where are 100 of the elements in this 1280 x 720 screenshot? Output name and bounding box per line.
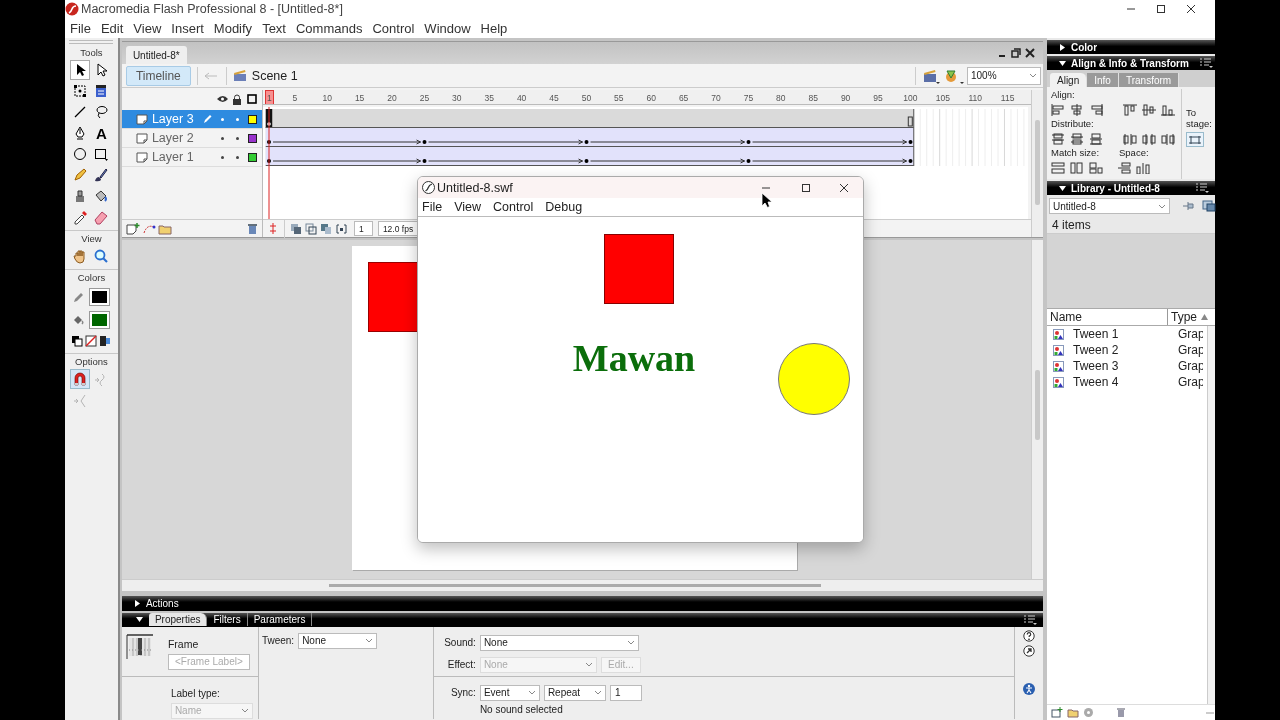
distribute-middle-icon[interactable] [1070,132,1084,145]
match-size-icon[interactable] [1089,161,1103,174]
menu-item[interactable]: Text [257,20,291,36]
close-icon[interactable] [838,181,850,194]
menu-item[interactable]: View [450,200,486,214]
scrollbar[interactable] [1207,326,1215,704]
panel-header[interactable]: Actions [121,595,1043,611]
disclosure-triangle-icon[interactable] [1059,184,1066,192]
snap-to-objects-button[interactable] [70,369,91,389]
layer-row[interactable]: Layer 2 [121,129,262,148]
dot-icon[interactable] [235,117,239,121]
swap-colors-icon[interactable] [99,335,112,347]
lock-icon[interactable] [232,93,243,105]
library-dropdown[interactable]: Untitled-8 [1049,198,1170,214]
new-symbol-icon[interactable] [1051,707,1063,718]
match-width-icon[interactable] [1051,161,1065,174]
sync-dropdown[interactable]: Event [479,684,540,701]
motion-tween[interactable] [265,146,915,167]
default-colors-icon[interactable] [71,335,84,347]
layer-row[interactable]: Layer 1 [121,148,262,167]
panel-tab[interactable]: Align [1050,73,1088,87]
frame-span[interactable] [265,108,915,129]
layer-color-swatch[interactable] [247,133,257,143]
distribute-left-icon[interactable] [1123,132,1137,145]
fill-color-swatch[interactable] [90,311,110,328]
panel-tab[interactable]: Parameters [247,613,313,627]
onion-outline-icon[interactable] [304,222,318,235]
space-horizontal-icon[interactable] [1136,161,1150,174]
match-height-icon[interactable] [1070,161,1084,174]
expand-icon[interactable] [1023,644,1035,657]
maximize-icon[interactable] [800,181,812,194]
layer-color-swatch[interactable] [247,152,257,162]
scrollbar[interactable] [121,578,1043,591]
menu-item[interactable]: View [128,20,167,36]
distribute-right-icon[interactable] [1161,132,1175,145]
options-menu-icon[interactable] [1195,182,1209,194]
trash-icon[interactable] [1116,707,1126,718]
distribute-top-icon[interactable] [1051,132,1065,145]
panel-header[interactable]: Color [1047,40,1215,54]
scene-label[interactable]: Scene 1 [251,68,298,83]
timeline-button[interactable]: Timeline [125,65,191,86]
no-color-icon[interactable] [85,335,98,347]
menu-item[interactable]: File [418,200,447,214]
to-stage-button[interactable] [1186,132,1204,147]
menu-item[interactable]: Modify [208,20,258,36]
menu-item[interactable]: Control [367,20,420,36]
restore-icon[interactable] [1011,48,1021,58]
options-menu-icon[interactable] [1023,613,1037,626]
panel-header[interactable]: Align & Info & Transform [1047,56,1215,70]
edit-symbol-icon[interactable] [944,67,964,84]
options-menu-icon[interactable] [1198,57,1213,69]
dot-icon[interactable] [235,155,239,159]
close-icon[interactable] [1185,3,1197,15]
edit-multiple-icon[interactable] [319,222,333,235]
repeat-dropdown[interactable]: Repeat [543,684,606,701]
document-tab[interactable]: Untitled-8* [125,46,187,64]
align-right-icon[interactable] [1089,103,1103,116]
close-icon[interactable] [1025,48,1035,58]
zoom-dropdown[interactable]: 100% [967,66,1041,85]
onion-skin-icon[interactable] [289,222,303,235]
edit-scene-icon[interactable] [922,67,940,84]
column-header[interactable]: Type [1168,310,1208,324]
menu-item[interactable]: Debug [541,200,587,214]
folder-icon[interactable] [157,222,172,235]
accessibility-icon[interactable] [1023,682,1035,695]
align-middle-icon[interactable] [1142,103,1156,116]
menu-item[interactable]: File [65,20,96,36]
panel-tab[interactable]: Properties [148,613,208,627]
menu-item[interactable]: Help [475,20,513,36]
align-center-icon[interactable] [1070,103,1084,116]
align-left-icon[interactable] [1051,103,1065,116]
frame-rate-field[interactable]: 12.0 fps [377,221,419,236]
menu-item[interactable]: Insert [166,20,209,36]
layer-color-swatch[interactable] [247,114,257,124]
text-tool[interactable]: A [91,123,112,143]
align-bottom-icon[interactable] [1161,103,1175,116]
menu-item[interactable]: Control [489,200,538,214]
panel-header[interactable]: Library - Untitled-8 [1047,181,1215,195]
disclosure-triangle-icon[interactable] [133,599,141,607]
eye-icon[interactable] [215,95,229,103]
sound-dropdown[interactable]: None [479,634,639,651]
new-library-icon[interactable] [1202,200,1216,212]
motion-tween[interactable] [265,127,915,148]
new-folder-icon[interactable] [1067,707,1079,718]
outline-icon[interactable] [247,94,258,104]
trash-icon[interactable] [246,222,258,235]
distribute-center-icon[interactable] [1142,132,1156,145]
dot-icon[interactable] [220,155,224,159]
disclosure-triangle-icon[interactable] [1059,59,1066,67]
distribute-bottom-icon[interactable] [1089,132,1103,145]
menu-item[interactable]: Commands [290,20,368,36]
current-frame-field[interactable]: 1 [353,221,373,236]
layer-row[interactable]: Layer 3 [121,110,262,129]
stroke-color-swatch[interactable] [90,288,110,305]
scrollbar[interactable] [1031,90,1043,237]
menu-item[interactable]: Window [419,20,476,36]
repeat-count-field[interactable]: 1 [609,684,642,701]
selection-tool[interactable] [70,60,91,80]
menu-item[interactable]: Edit [95,20,129,36]
align-top-icon[interactable] [1123,103,1137,116]
